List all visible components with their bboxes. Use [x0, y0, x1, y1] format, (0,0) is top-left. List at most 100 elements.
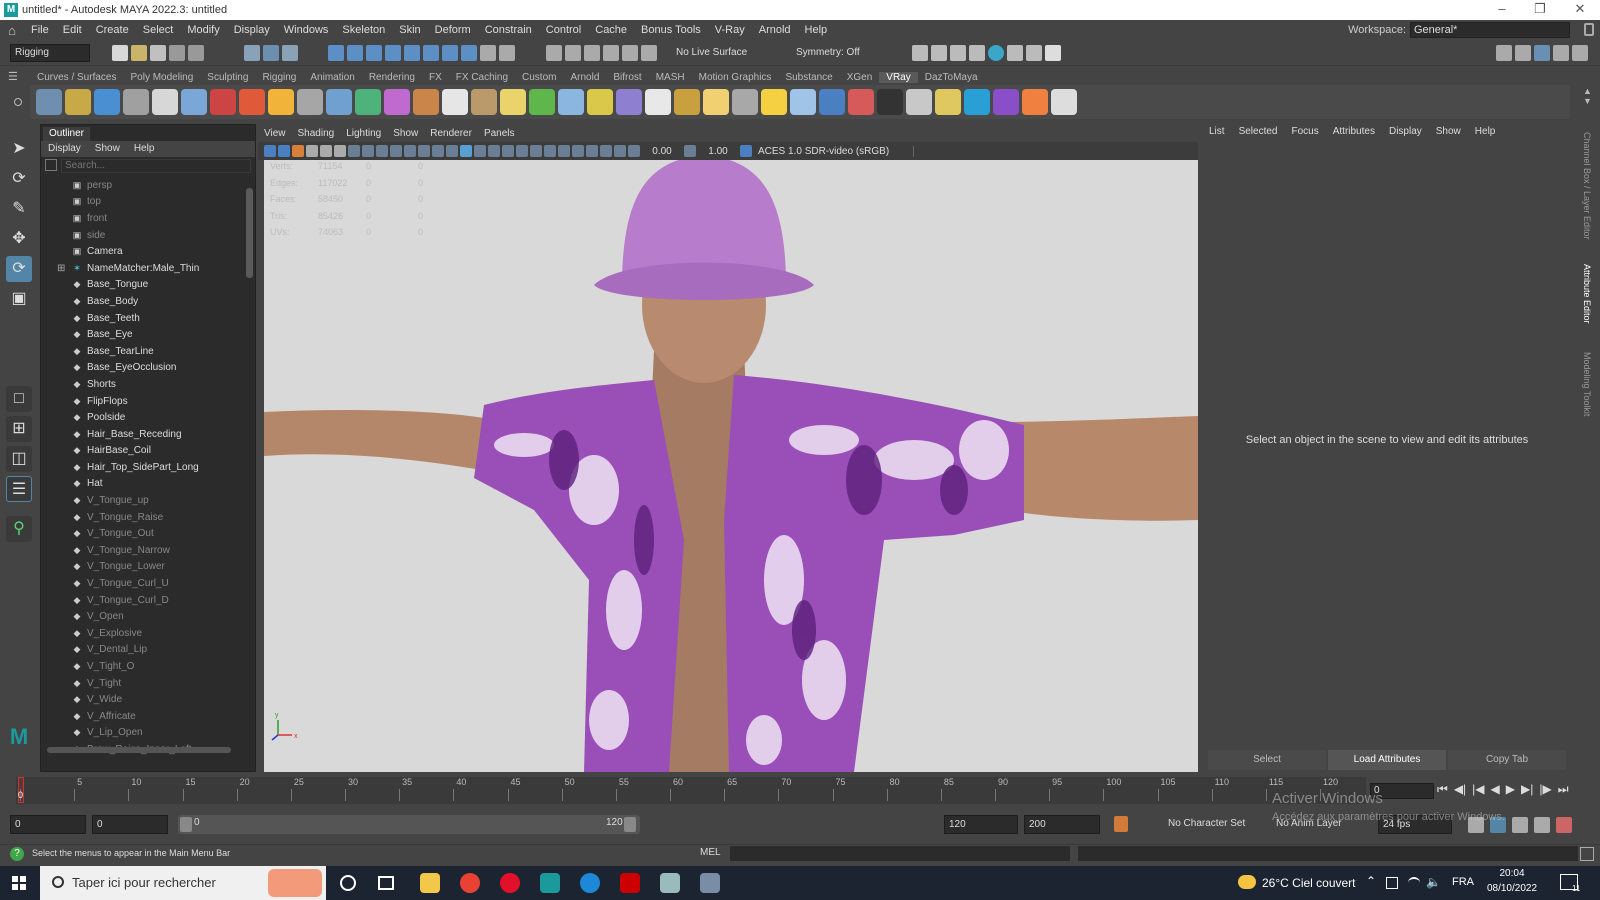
outliner-menu-display[interactable]: Display	[41, 141, 88, 157]
animation-prefs-icon[interactable]	[1534, 817, 1550, 833]
outliner-item[interactable]: ◆ V_Tongue_Lower	[41, 559, 246, 576]
vray-shelf-tool-2-icon[interactable]	[65, 89, 91, 115]
anti-aliasing-icon[interactable]	[558, 145, 570, 157]
lock-selection-icon[interactable]	[480, 45, 496, 61]
viewport-menu-panels[interactable]: Panels	[478, 126, 521, 142]
character-controls-icon[interactable]	[1515, 45, 1531, 61]
search-highlight-image[interactable]	[268, 869, 322, 897]
outliner-menu-show[interactable]: Show	[88, 141, 127, 157]
attribute-menu-display[interactable]: Display	[1382, 124, 1429, 140]
vray-shelf-tool-32-icon[interactable]	[935, 89, 961, 115]
resolution-gate-icon[interactable]	[376, 145, 388, 157]
vray-shelf-tool-24-icon[interactable]	[703, 89, 729, 115]
vray-shelf-tool-8-icon[interactable]	[239, 89, 265, 115]
make-live-icon[interactable]	[499, 45, 515, 61]
outliner-item[interactable]: ◆ Base_Tongue	[41, 277, 246, 294]
vray-shelf-tool-20-icon[interactable]	[587, 89, 613, 115]
outliner-item[interactable]: ▣ Camera	[41, 243, 246, 260]
persp-outliner-layout-icon[interactable]: ◫	[6, 446, 32, 472]
outliner-item[interactable]: ◆ Base_Eye	[41, 326, 246, 343]
menu-edit[interactable]: Edit	[56, 24, 89, 36]
load-attributes-button[interactable]: Load Attributes	[1328, 750, 1446, 770]
language-indicator[interactable]: FRA	[1452, 876, 1474, 888]
outliner-item[interactable]: ◆ Hair_Top_SidePart_Long	[41, 459, 246, 476]
snap-scale-icon[interactable]	[442, 45, 458, 61]
attribute-menu-list[interactable]: List	[1202, 124, 1232, 140]
vray-shelf-tool-23-icon[interactable]	[674, 89, 700, 115]
outliner-item[interactable]: ◆ V_Wide	[41, 691, 246, 708]
outliner-horizontal-scrollbar[interactable]	[47, 747, 231, 753]
vray-shelf-tool-34-icon[interactable]	[993, 89, 1019, 115]
outliner-tab[interactable]: Outliner	[43, 127, 91, 141]
tray-chevron-icon[interactable]: ⌃	[1366, 874, 1376, 888]
vray-shelf-tool-25-icon[interactable]	[732, 89, 758, 115]
render-view-icon[interactable]	[912, 45, 928, 61]
vray-shelf-tool-36-icon[interactable]	[1051, 89, 1077, 115]
chrome-icon[interactable]	[460, 873, 480, 893]
construction-history-icon[interactable]	[546, 45, 562, 61]
four-view-layout-icon[interactable]: ⊞	[6, 416, 32, 442]
open-scene-icon[interactable]	[131, 45, 147, 61]
audio-icon[interactable]	[1512, 817, 1528, 833]
move-tool-icon[interactable]: ✥	[6, 226, 32, 252]
refresh-icon[interactable]	[641, 45, 657, 61]
range-start-handle[interactable]	[180, 817, 192, 832]
step-back-key-icon[interactable]: |◀	[1472, 782, 1484, 797]
go-to-end-icon[interactable]: ⏭	[1558, 782, 1569, 797]
shelf-tab-custom[interactable]: Custom	[515, 72, 563, 83]
outliner-item[interactable]: ◆ V_Tongue_Raise	[41, 509, 246, 526]
attribute-menu-show[interactable]: Show	[1429, 124, 1468, 140]
vray-shelf-tool-31-icon[interactable]	[906, 89, 932, 115]
symmetry-dropdown[interactable]: Symmetry: Off	[796, 44, 876, 62]
menu-help[interactable]: Help	[798, 24, 835, 36]
attribute-editor-tab[interactable]: Attribute Editor	[1582, 264, 1592, 324]
volume-icon[interactable]: 🔈	[1426, 875, 1441, 889]
xray-joints-icon[interactable]	[614, 145, 626, 157]
wifi-icon[interactable]	[1408, 877, 1420, 889]
image-plane-icon[interactable]	[306, 145, 318, 157]
camera-select-icon[interactable]	[264, 145, 276, 157]
file-explorer-icon[interactable]	[420, 873, 440, 893]
outliner-item[interactable]: ▣ side	[41, 227, 246, 244]
animation-start-field[interactable]: 0	[10, 815, 86, 834]
vray-shelf-tool-5-icon[interactable]	[152, 89, 178, 115]
step-forward-icon[interactable]: |▶	[1539, 782, 1551, 797]
vray-shelf-tool-12-icon[interactable]	[355, 89, 381, 115]
shelf-tab-arnold[interactable]: Arnold	[563, 72, 606, 83]
vray-shelf-tool-6-icon[interactable]	[181, 89, 207, 115]
single-perspective-layout-icon[interactable]: □	[6, 386, 32, 412]
app-window-icon[interactable]	[660, 873, 680, 893]
shelf-tab-mash[interactable]: MASH	[649, 72, 692, 83]
animation-end-field[interactable]: 200	[1024, 815, 1100, 834]
playback-end-field[interactable]: 120	[944, 815, 1018, 834]
menu-skeleton[interactable]: Skeleton	[335, 24, 392, 36]
vray-shelf-tool-28-icon[interactable]	[819, 89, 845, 115]
viewport-menu-lighting[interactable]: Lighting	[340, 126, 387, 142]
shelf-tab-rendering[interactable]: Rendering	[362, 72, 422, 83]
outliner-item[interactable]: ◆ V_Affricate	[41, 708, 246, 725]
outliner-menu-help[interactable]: Help	[127, 141, 162, 157]
select-button[interactable]: Select	[1208, 750, 1326, 770]
help-icon[interactable]: ?	[10, 847, 24, 861]
snap-view-plane-icon[interactable]	[404, 45, 420, 61]
gate-mask-icon[interactable]	[390, 145, 402, 157]
live-surface-field[interactable]: No Live Surface	[676, 44, 756, 62]
menu-control[interactable]: Control	[539, 24, 588, 36]
menu-set-dropdown[interactable]: Rigging	[10, 44, 90, 62]
textured-icon[interactable]	[488, 145, 500, 157]
gamma-field[interactable]: 1.00	[698, 146, 738, 157]
menu-constrain[interactable]: Constrain	[478, 24, 539, 36]
outliner-item[interactable]: ◆ V_Explosive	[41, 625, 246, 642]
channel-box-toggle-icon[interactable]	[1572, 45, 1588, 61]
menu-select[interactable]: Select	[136, 24, 181, 36]
outliner-item[interactable]: ◆ Base_Teeth	[41, 310, 246, 327]
vray-shelf-tool-13-icon[interactable]	[384, 89, 410, 115]
lock-icon[interactable]	[1584, 23, 1594, 36]
vray-shelf-tool-1-icon[interactable]	[36, 89, 62, 115]
vray-shelf-tool-10-icon[interactable]	[297, 89, 323, 115]
exposure-icon[interactable]	[628, 145, 640, 157]
auto-key-icon[interactable]	[1114, 816, 1128, 832]
shelf-tab-substance[interactable]: Substance	[778, 72, 839, 83]
weather-icon[interactable]	[1238, 875, 1256, 889]
color-space-dropdown[interactable]: ACES 1.0 SDR-video (sRGB)	[754, 145, 914, 157]
